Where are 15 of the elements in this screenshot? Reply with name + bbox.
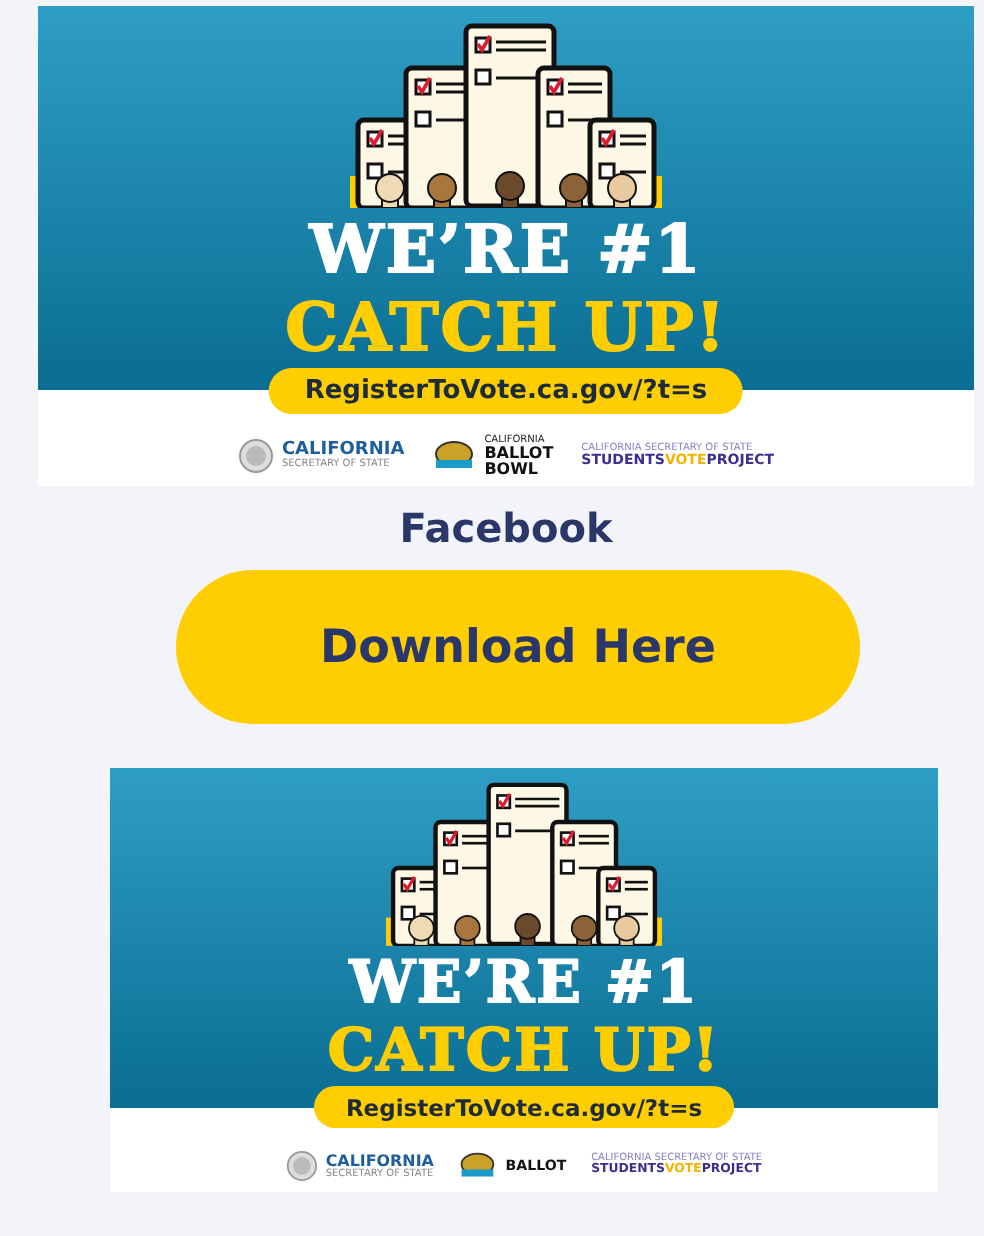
banner-subheadline: CATCH UP! — [285, 294, 727, 360]
section-heading: Facebook — [399, 506, 613, 550]
logo-title: CALIFORNIA — [281, 442, 405, 460]
banner-headline: WE’RE #1 — [349, 953, 699, 1013]
download-button[interactable]: Download Here — [176, 570, 860, 724]
banner-url: RegisterToVote.ca.gov/?t=s — [314, 1086, 734, 1129]
seal-icon — [285, 1150, 318, 1182]
logo-title: BALLOT — [484, 445, 554, 461]
banner-subheadline: CATCH UP! — [327, 1022, 721, 1082]
banner-url: RegisterToVote.ca.gov/?t=s — [268, 368, 744, 414]
seal-icon — [237, 438, 274, 474]
football-icon — [458, 1150, 498, 1182]
football-icon — [432, 438, 477, 474]
banner-headline: WE’RE #1 — [309, 216, 703, 282]
logo-title: BOWL — [484, 461, 541, 477]
